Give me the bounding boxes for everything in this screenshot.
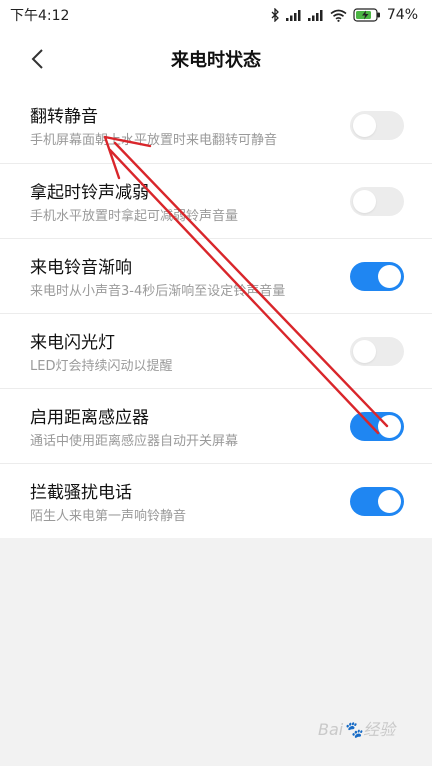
setting-title: 启用距离感应器 [30, 408, 149, 428]
setting-row-ring-fade-in[interactable]: 来电铃音渐响 来电时从小声音3-4秒后渐响至设定铃声音量 [0, 238, 432, 313]
toggle-switch[interactable] [350, 412, 404, 441]
status-icons: 74% [270, 7, 418, 23]
toggle-knob [353, 340, 376, 363]
setting-description: 陌生人来电第一声响铃静音 [30, 509, 187, 524]
status-bar: 下午4:12 74% [0, 0, 432, 30]
setting-title: 来电铃音渐响 [30, 258, 132, 278]
setting-title: 来电闪光灯 [30, 333, 115, 353]
status-time: 下午4:12 [10, 8, 70, 24]
setting-row-flip-mute[interactable]: 翻转静音 手机屏幕面朝上水平放置时来电翻转可静音 [0, 88, 432, 163]
setting-title: 拿起时铃声减弱 [30, 183, 149, 203]
setting-row-pickup-reduce[interactable]: 拿起时铃声减弱 手机水平放置时拿起可减弱铃声音量 [0, 163, 432, 238]
setting-row-flash-light[interactable]: 来电闪光灯 LED灯会持续闪动以提醒 [0, 313, 432, 388]
setting-description: 手机屏幕面朝上水平放置时来电翻转可静音 [30, 133, 278, 148]
toggle-knob [353, 190, 376, 213]
bluetooth-icon [271, 8, 279, 22]
page-title: 来电时状态 [171, 50, 261, 71]
setting-description: 通话中使用距离感应器自动开关屏幕 [30, 434, 239, 449]
toggle-switch[interactable] [350, 337, 404, 366]
toggle-switch[interactable] [350, 262, 404, 291]
setting-description: LED灯会持续闪动以提醒 [30, 359, 173, 374]
setting-title: 拦截骚扰电话 [30, 483, 132, 503]
toggle-switch[interactable] [350, 187, 404, 216]
watermark-logo: Bai🐾经验 [318, 720, 396, 739]
settings-list: 翻转静音 手机屏幕面朝上水平放置时来电翻转可静音 拿起时铃声减弱 手机水平放置时… [0, 88, 432, 538]
toggle-knob [378, 490, 401, 513]
signal-icon [307, 10, 323, 21]
setting-row-proximity-sensor[interactable]: 启用距离感应器 通话中使用距离感应器自动开关屏幕 [0, 388, 432, 463]
back-button[interactable] [22, 44, 52, 74]
setting-description: 来电时从小声音3-4秒后渐响至设定铃声音量 [30, 284, 286, 299]
signal-icon [285, 10, 301, 21]
battery-percent: 74% [386, 7, 418, 23]
page-header: 来电时状态 [0, 30, 432, 88]
battery-charging-icon [353, 8, 381, 22]
setting-title: 翻转静音 [30, 107, 98, 127]
toggle-switch[interactable] [350, 487, 404, 516]
toggle-knob [378, 415, 401, 438]
chevron-left-icon [31, 49, 43, 69]
setting-description: 手机水平放置时拿起可减弱铃声音量 [30, 209, 239, 224]
wifi-icon [330, 9, 347, 22]
setting-row-block-spam[interactable]: 拦截骚扰电话 陌生人来电第一声响铃静音 [0, 463, 432, 538]
toggle-knob [378, 265, 401, 288]
toggle-knob [353, 114, 376, 137]
toggle-switch[interactable] [350, 111, 404, 140]
